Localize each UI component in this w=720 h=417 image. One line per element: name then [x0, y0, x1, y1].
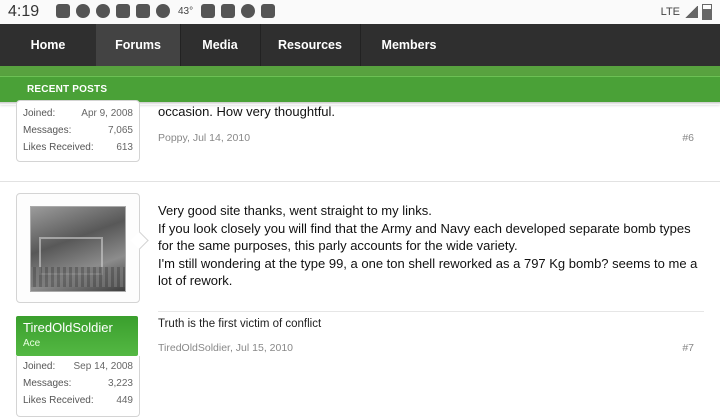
photo-icon	[261, 4, 276, 18]
nav-accent-strip	[0, 66, 720, 76]
user-card: TiredOldSoldier Ace	[16, 316, 138, 356]
tab-forums[interactable]: Forums	[96, 24, 181, 72]
signature-divider	[158, 311, 704, 312]
battery-icon	[702, 4, 712, 20]
post-message: occasion. How very thoughtful.	[158, 104, 336, 119]
stat-key: Messages:	[23, 378, 72, 389]
post-message: Very good site thanks, went straight to …	[158, 202, 697, 290]
cloud-icon	[241, 4, 256, 18]
signature: Truth is the first victim of conflict	[158, 318, 322, 330]
notification-icons: 43°	[56, 4, 276, 18]
tab-media[interactable]: Media	[180, 24, 261, 66]
gmail-icon	[116, 4, 130, 18]
main-nav: Home Forums Media Resources Members	[0, 24, 720, 72]
stat-key: Likes Received:	[23, 142, 94, 153]
stat-value: 3,223	[107, 378, 133, 389]
stat-row: Likes Received: 449	[17, 393, 139, 410]
user-title: Ace	[23, 338, 41, 349]
stat-row: Joined: Sep 14, 2008	[17, 359, 139, 376]
stat-row: Messages: 3,223	[17, 376, 139, 393]
stat-key: Joined:	[23, 361, 56, 372]
message-line: If you look closely you will find that t…	[158, 220, 691, 236]
sub-nav: RECENT POSTS	[0, 76, 720, 103]
network-label: LTE	[660, 6, 680, 18]
tab-members-label: Members	[381, 38, 437, 52]
username-link[interactable]: TiredOldSoldier	[23, 320, 113, 335]
app-icon	[56, 4, 70, 18]
stat-value: Sep 14, 2008	[73, 361, 134, 372]
navigation-icon	[156, 4, 170, 18]
message-line: for the same purposes, this parly accoun…	[158, 238, 518, 253]
tab-home[interactable]: Home	[0, 24, 97, 66]
game-icon	[201, 4, 216, 18]
stat-row: Likes Received: 613	[17, 140, 139, 157]
avatar-pointer	[130, 231, 149, 250]
tab-home-label: Home	[30, 38, 66, 52]
stat-value: 7,065	[107, 125, 133, 136]
messenger-icon	[96, 4, 110, 18]
stat-value: Apr 9, 2008	[81, 108, 133, 119]
stat-value: 449	[116, 395, 133, 406]
stat-key: Joined:	[23, 108, 56, 119]
avatar-frame	[16, 193, 149, 303]
message-line: lot of rework.	[158, 273, 233, 288]
stat-key: Likes Received:	[23, 395, 94, 406]
post-meta-link[interactable]: TiredOldSoldier, Jul 15, 2010	[158, 342, 293, 354]
tab-media-label: Media	[202, 38, 238, 52]
stat-row: Joined: Apr 9, 2008	[17, 106, 139, 123]
stat-value: 613	[116, 142, 133, 153]
post-number-link[interactable]: #6	[682, 132, 694, 144]
post-meta-link[interactable]: Poppy, Jul 14, 2010	[158, 132, 250, 144]
status-right: LTE	[661, 4, 712, 20]
tab-resources-label: Resources	[278, 38, 342, 52]
temperature: 43°	[178, 5, 194, 17]
recent-posts-link[interactable]: RECENT POSTS	[27, 84, 107, 95]
tab-resources[interactable]: Resources	[260, 24, 361, 66]
pinterest-icon	[76, 4, 90, 18]
status-bar: 4:19 43° LTE	[0, 0, 720, 24]
message-line: Very good site thanks, went straight to …	[158, 203, 432, 218]
status-time: 4:19	[8, 3, 40, 20]
post-number-link[interactable]: #7	[682, 342, 694, 354]
stat-row: Messages: 7,065	[17, 123, 139, 140]
user-stats-box: Joined: Apr 9, 2008 Messages: 7,065 Like…	[16, 100, 140, 162]
youtube-icon	[221, 4, 236, 18]
gallery-icon	[136, 4, 150, 18]
avatar[interactable]	[30, 206, 126, 292]
signal-icon	[684, 6, 698, 18]
stat-key: Messages:	[23, 125, 72, 136]
message-line: I'm still wondering at the type 99, a on…	[158, 255, 698, 271]
tab-members[interactable]: Members	[360, 24, 459, 66]
user-stats-box: Joined: Sep 14, 2008 Messages: 3,223 Lik…	[16, 356, 140, 417]
tab-forums-label: Forums	[115, 38, 161, 52]
post-divider	[0, 181, 720, 182]
nav-empty-area	[458, 24, 720, 66]
